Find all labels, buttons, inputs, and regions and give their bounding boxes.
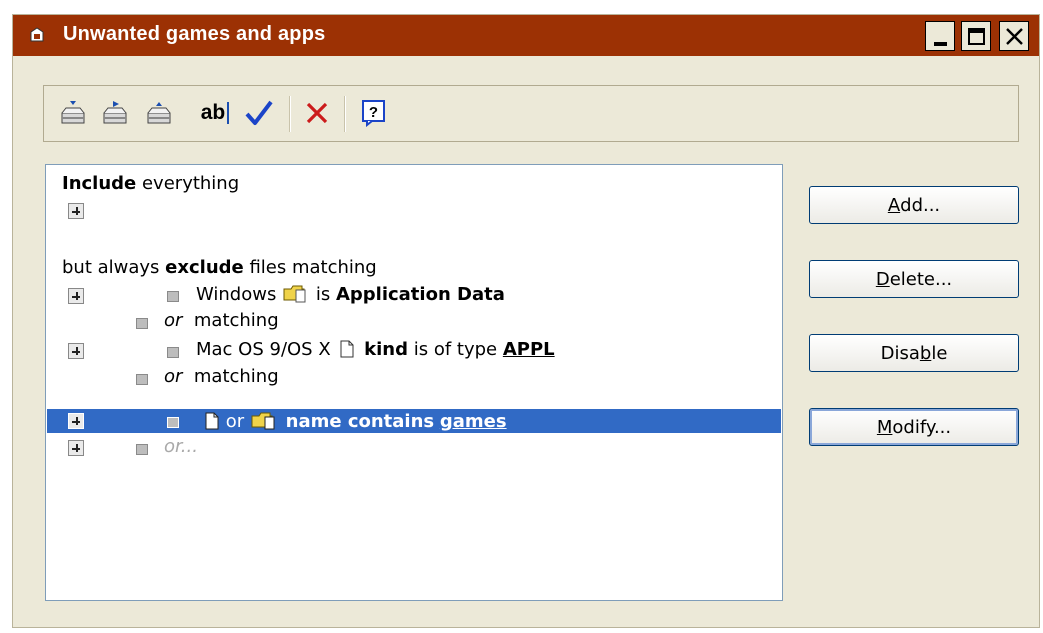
- folder-icon: [251, 412, 275, 430]
- rule-row-mac[interactable]: Mac OS 9/OS X kind is of type APPL: [196, 339, 555, 360]
- delete-button[interactable]: Delete...: [809, 260, 1019, 298]
- row1-expand-button[interactable]: [68, 288, 84, 304]
- delete-x-icon: [306, 102, 328, 124]
- exclude-line: but always exclude files matching: [62, 257, 377, 278]
- matching-label: matching: [193, 366, 279, 387]
- or-matching-line: or matching: [164, 366, 279, 387]
- row2-verb: is of type: [413, 339, 498, 360]
- or-matching-line: or matching: [164, 310, 279, 331]
- matching-label: matching: [193, 310, 279, 331]
- modify-mnemonic: M: [876, 416, 893, 438]
- row3-expand-button[interactable]: [68, 413, 84, 429]
- or-label: or: [164, 366, 183, 387]
- row1-bullet[interactable]: [167, 291, 179, 302]
- close-icon: [1006, 28, 1023, 45]
- include-line: Include everything: [62, 173, 239, 194]
- or-label: or: [164, 310, 183, 331]
- tray-up-icon: [147, 102, 171, 124]
- disable-label-post: le: [931, 342, 948, 364]
- modify-button[interactable]: Modify...: [809, 408, 1019, 446]
- tray-out-button[interactable]: [100, 98, 130, 128]
- delete-rule-button[interactable]: [302, 98, 332, 128]
- text-cursor-icon: [227, 102, 230, 124]
- dialog-window: Unwanted games and apps ab ? Include eve…: [12, 14, 1040, 628]
- platform-label: Windows: [196, 284, 277, 305]
- or-bullet[interactable]: [136, 444, 148, 455]
- add-button[interactable]: Add...: [809, 186, 1019, 224]
- rename-icon: ab: [200, 101, 226, 124]
- exclude-prefix: but always: [62, 257, 166, 278]
- tray-in-button[interactable]: [58, 98, 88, 128]
- platform-label: Mac OS 9/OS X: [196, 339, 331, 360]
- or-bullet[interactable]: [136, 374, 148, 385]
- check-button[interactable]: [242, 98, 276, 128]
- toolbar-separator: [344, 96, 346, 132]
- app-icon: [29, 26, 45, 43]
- delete-mnemonic: D: [875, 268, 890, 290]
- maximize-icon: [968, 28, 985, 45]
- minimize-button[interactable]: [925, 21, 955, 51]
- close-button[interactable]: [999, 21, 1029, 51]
- row3-value: games: [439, 411, 507, 432]
- add-mnemonic: A: [887, 194, 901, 216]
- row3-bullet[interactable]: [167, 417, 179, 428]
- tray-out-icon: [103, 101, 127, 124]
- folder-icon: [283, 285, 306, 303]
- rule-row-name[interactable]: or name contains games: [204, 410, 507, 432]
- row2-expand-button[interactable]: [68, 343, 84, 359]
- row2-field: kind: [364, 339, 408, 360]
- disable-label-pre: Disa: [880, 342, 920, 364]
- row1-verb: is: [315, 284, 331, 305]
- help-button[interactable]: ?: [359, 98, 389, 128]
- rename-button[interactable]: ab: [196, 98, 236, 128]
- row1-value: Application Data: [335, 284, 505, 305]
- include-expand-button[interactable]: [68, 203, 84, 219]
- exclude-keyword: exclude: [165, 257, 244, 278]
- tray-in-icon: [61, 101, 85, 124]
- modify-label-post: odify...: [892, 416, 952, 438]
- toolbar-separator: [289, 96, 291, 132]
- title-bar[interactable]: Unwanted games and apps: [13, 15, 1039, 56]
- maximize-button[interactable]: [961, 21, 991, 51]
- include-keyword: Include: [62, 173, 137, 194]
- rule-row-windows[interactable]: Windows is Application Data: [196, 283, 505, 305]
- row3-field: name contains: [285, 411, 435, 432]
- document-icon: [340, 340, 354, 358]
- row2-bullet[interactable]: [167, 347, 179, 358]
- disable-mnemonic: b: [919, 342, 932, 364]
- row3-connector: or: [225, 411, 245, 432]
- document-icon: [205, 412, 219, 430]
- row4-expand-button[interactable]: [68, 440, 84, 456]
- delete-label-post: elete...: [889, 268, 953, 290]
- toolbar: ab ?: [43, 85, 1019, 142]
- minimize-icon: [934, 42, 947, 46]
- or-bullet[interactable]: [136, 318, 148, 329]
- row2-value: APPL: [502, 339, 555, 360]
- window-title: Unwanted games and apps: [63, 23, 326, 45]
- tray-up-button[interactable]: [144, 98, 174, 128]
- rules-list[interactable]: Include everything but always exclude fi…: [45, 164, 783, 601]
- svg-text:?: ?: [369, 104, 378, 121]
- checkmark-icon: [245, 100, 273, 125]
- exclude-suffix: files matching: [243, 257, 377, 278]
- help-icon: ?: [362, 100, 385, 127]
- add-or-placeholder[interactable]: or...: [164, 436, 198, 457]
- add-label-post: dd...: [900, 194, 941, 216]
- disable-button[interactable]: Disa b le: [809, 334, 1019, 372]
- include-rest: everything: [136, 173, 240, 194]
